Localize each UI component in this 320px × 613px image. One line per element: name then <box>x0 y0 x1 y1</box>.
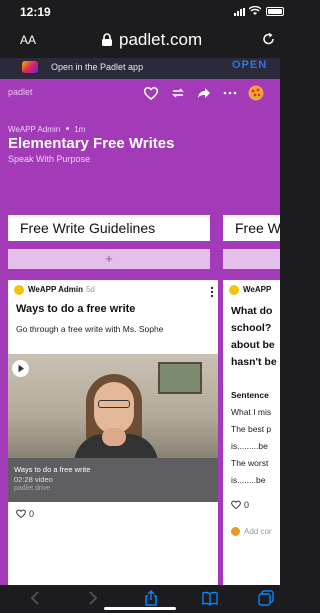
tabs-icon[interactable] <box>258 590 274 606</box>
lock-icon <box>102 33 112 46</box>
post-title: Ways to do a free write <box>16 303 136 315</box>
sentence-line: is........be <box>231 475 266 485</box>
person-glasses <box>98 400 130 408</box>
share-arrow-icon[interactable] <box>196 85 212 101</box>
video-caption: Ways to do a free write 02:28 video padl… <box>8 458 218 502</box>
share-icon[interactable] <box>143 590 159 606</box>
wifi-icon <box>249 6 261 15</box>
padlet-title: Elementary Free Writes <box>8 135 175 152</box>
video-caption-meta: 02:28 video <box>14 475 53 484</box>
padlet-author: WeAPP Admin <box>8 125 61 134</box>
post-sentence-lines: What I mis The best p is.........be The … <box>231 404 280 489</box>
post-more-icon[interactable] <box>210 286 214 298</box>
column-header[interactable]: Free W <box>223 215 280 241</box>
padlet-posted-time: 1m <box>74 125 86 134</box>
post-card[interactable]: WeAPP Admin 5d Ways to do a free write Go… <box>8 280 218 585</box>
sentence-line: What I mis <box>231 407 272 417</box>
like-button[interactable]: 0 <box>231 500 249 510</box>
person-face <box>94 382 134 434</box>
sentence-line: The best p <box>231 424 272 434</box>
back-icon[interactable] <box>28 590 44 606</box>
add-comment-placeholder: Add cor <box>244 527 272 536</box>
post-author: WeAPP Admin 5d <box>14 285 95 295</box>
post-author-name: WeAPP <box>243 285 272 295</box>
bookmarks-icon[interactable] <box>202 590 218 606</box>
user-avatar-icon[interactable] <box>248 85 264 101</box>
padlet-subtitle: Speak With Purpose <box>8 154 91 164</box>
open-app-button[interactable]: OPEN <box>232 59 267 71</box>
battery-icon <box>266 7 284 16</box>
reload-icon[interactable] <box>262 32 276 46</box>
sentence-line: The worst <box>231 458 269 468</box>
text-size-button[interactable]: AA <box>20 33 36 47</box>
like-count: 0 <box>244 500 250 510</box>
meta-separator <box>66 127 70 131</box>
video-thumbnail[interactable] <box>8 354 218 458</box>
person-hand <box>102 428 126 446</box>
video-caption-title: Ways to do a free write <box>14 465 91 474</box>
more-horizontal-icon[interactable] <box>222 85 238 101</box>
signal-icon <box>234 8 245 16</box>
play-icon[interactable] <box>12 360 29 377</box>
video-caption-source: padlet drive <box>14 485 51 492</box>
home-indicator[interactable] <box>104 607 176 610</box>
post-sentence-label: Sentence <box>231 390 269 400</box>
like-button[interactable]: 0 <box>16 509 34 519</box>
add-post-button[interactable] <box>223 249 280 269</box>
sentence-line: is.........be <box>231 441 268 451</box>
address-bar[interactable]: AA padlet.com <box>0 22 280 58</box>
status-time: 12:19 <box>20 5 51 19</box>
column-header[interactable]: Free Write Guidelines <box>8 215 210 241</box>
heart-outline-icon <box>16 509 26 519</box>
padlet-logo[interactable]: padlet <box>8 87 33 97</box>
padlet-board: Free Write Guidelines + WeAPP Admin 5d Wa… <box>0 190 280 585</box>
heart-outline-icon <box>231 500 241 510</box>
status-bar: 12:19 <box>0 0 284 22</box>
add-post-button[interactable]: + <box>8 249 210 269</box>
heart-icon[interactable] <box>143 85 159 101</box>
open-in-app-banner[interactable]: Open in the Padlet app OPEN <box>0 58 280 79</box>
forward-icon[interactable] <box>84 590 100 606</box>
remake-icon[interactable] <box>170 85 186 101</box>
post-title: What do school? about be hasn't be <box>231 305 277 368</box>
wall-picture <box>158 362 202 394</box>
add-comment-input[interactable]: Add cor <box>231 527 272 537</box>
open-in-app-text: Open in the Padlet app <box>51 62 144 72</box>
author-avatar <box>14 285 24 295</box>
post-author: WeAPP <box>229 285 271 295</box>
like-count: 0 <box>29 509 35 519</box>
url-domain[interactable]: padlet.com <box>119 30 202 50</box>
padlet-app-icon <box>22 61 38 73</box>
post-author-name: WeAPP Admin <box>28 285 83 295</box>
post-card[interactable]: WeAPP What do school? about be hasn't be… <box>223 280 280 585</box>
padlet-meta: WeAPP Admin 1m <box>8 125 85 134</box>
commenter-avatar <box>231 527 240 537</box>
author-avatar <box>229 285 239 295</box>
post-time: 5d <box>85 285 95 295</box>
post-body: Go through a free write with Ms. Sophe <box>16 324 164 334</box>
